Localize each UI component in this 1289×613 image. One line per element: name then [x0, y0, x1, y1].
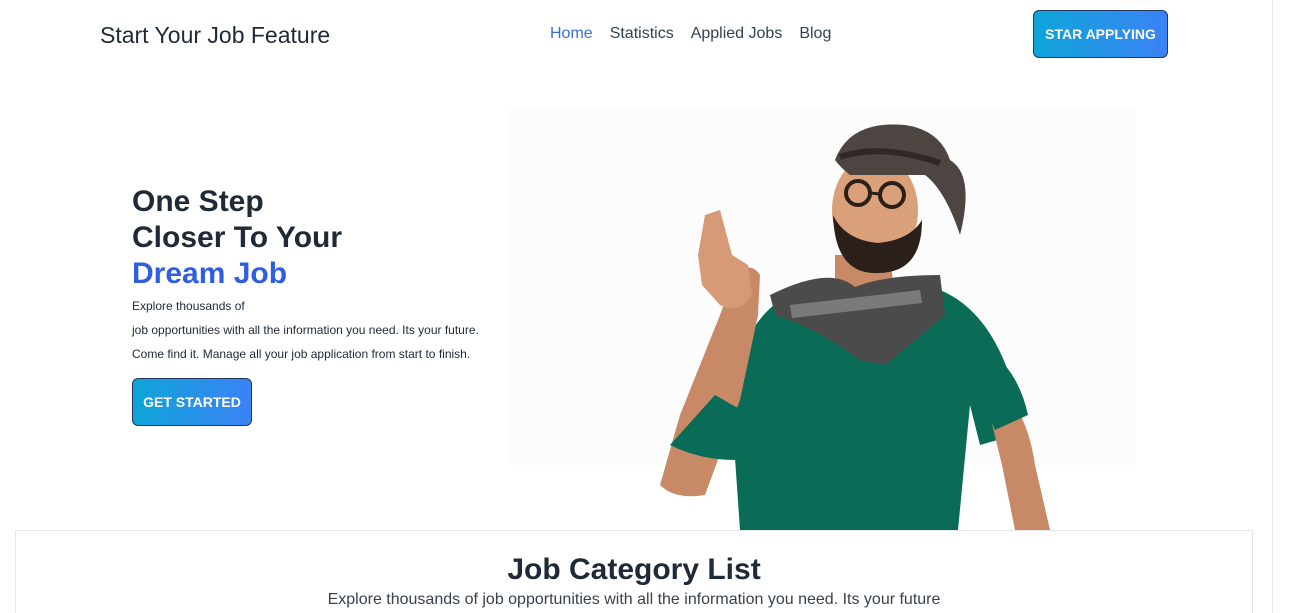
job-category-subtitle: Explore thousands of job opportunities w… — [327, 591, 941, 608]
hero-desc-line-1: Explore thousands of — [132, 299, 245, 313]
hero-desc-line-3: Come find it. Manage all your job applic… — [132, 347, 471, 361]
job-category-section: Job Category List Explore thousands of j… — [15, 530, 1253, 613]
hero-title-line-2: Closer To Your — [132, 221, 343, 254]
job-category-title: Job Category List — [507, 553, 761, 586]
start-applying-button[interactable]: STAR APPLYING — [1033, 10, 1168, 58]
hero-person-image — [660, 124, 1050, 530]
get-started-button[interactable]: GET STARTED — [132, 378, 252, 426]
nav-blog[interactable]: Blog — [799, 25, 831, 43]
page-edge-divider — [1272, 0, 1273, 613]
brand-title[interactable]: Start Your Job Feature — [100, 22, 330, 49]
page: Start Your Job Feature Home Statistics A… — [0, 0, 1289, 613]
nav-statistics[interactable]: Statistics — [610, 25, 674, 43]
hero-title-line-1: One Step — [132, 185, 264, 218]
nav-home[interactable]: Home — [550, 25, 593, 43]
main-nav: Home Statistics Applied Jobs Blog — [550, 25, 831, 43]
hero-desc-line-2: job opportunities with all the informati… — [132, 323, 479, 337]
nav-applied-jobs[interactable]: Applied Jobs — [691, 25, 783, 43]
hero-title-accent: Dream Job — [132, 257, 288, 290]
hero-title: One Step Closer To Your Dream Job — [132, 184, 342, 292]
hero-description: Explore thousands of job opportunities w… — [132, 294, 479, 366]
